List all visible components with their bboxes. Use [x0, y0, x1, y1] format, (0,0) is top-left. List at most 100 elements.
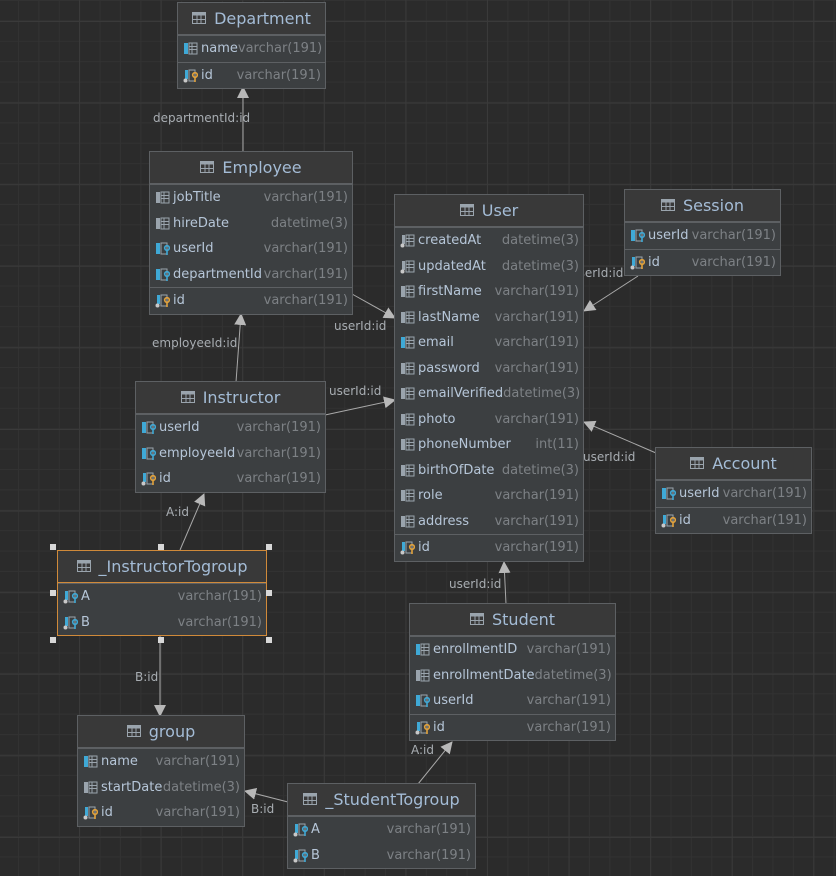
column-row[interactable]: startDate datetime(3) [78, 775, 244, 801]
column-icon [155, 216, 170, 231]
relation-employee-user[interactable] [351, 293, 396, 319]
resize-handle-e[interactable] [266, 590, 272, 596]
column-row[interactable]: updatedAt datetime(3) [395, 254, 583, 280]
entity-student[interactable]: Student enrollmentID varchar(191) enrollmen… [409, 603, 616, 741]
relation-account-user[interactable] [583, 420, 657, 454]
entity-header[interactable]: group [78, 716, 244, 748]
entity-header[interactable]: _InstructorTogroup [58, 551, 266, 583]
column-name: jobTitle [173, 190, 221, 206]
resize-handle-n[interactable] [158, 544, 164, 550]
column-row[interactable]: hireDate datetime(3) [150, 211, 352, 237]
column-row[interactable]: Bvarchar(191) [288, 843, 475, 869]
entity-header[interactable]: _StudentTogroup [288, 784, 475, 816]
column-name: password [418, 360, 480, 376]
column-row[interactable]: id varchar(191) [410, 715, 615, 741]
entity-header[interactable]: Instructor [136, 382, 325, 414]
column-row[interactable]: userId varchar(191) [625, 223, 780, 249]
entity-student-to-group[interactable]: _StudentTogroup Avarchar(191) Bvarchar(191… [287, 783, 476, 869]
column-row[interactable]: name varchar(191) [78, 749, 244, 775]
column-type: varchar(191) [386, 847, 471, 863]
column-name: enrollmentDate [433, 667, 535, 683]
column-row[interactable]: id varchar(191) [395, 535, 583, 561]
column-row[interactable]: departmentId varchar(191) [150, 262, 352, 288]
relation-label: A:id [411, 743, 434, 757]
resize-handle-nw[interactable] [50, 544, 56, 550]
column-row[interactable]: id varchar(191) [136, 466, 325, 492]
column-row[interactable]: photo varchar(191) [395, 407, 583, 433]
entity-employee[interactable]: Employee jobTitle varchar(191) hireDate date… [149, 151, 353, 315]
column-row[interactable]: userId varchar(191) [136, 415, 325, 441]
column-section: userId varchar(191) employeeId varchar(191)… [136, 414, 325, 492]
entity-header[interactable]: Student [410, 604, 615, 636]
entity-header[interactable]: Department [178, 3, 325, 35]
column-row[interactable]: birthOfDate datetime(3) [395, 458, 583, 484]
column-type: varchar(191) [494, 540, 579, 556]
column-row[interactable]: id varchar(191) [625, 250, 780, 276]
relation-session-user[interactable] [583, 275, 639, 312]
entity-header[interactable]: Employee [150, 152, 352, 184]
column-type: varchar(191) [494, 360, 579, 376]
resize-handle-ne[interactable] [266, 544, 272, 550]
entity-header[interactable]: Session [625, 190, 780, 222]
relation-studenttogroup-group[interactable] [244, 787, 289, 803]
entity-user[interactable]: User createdAt datetime(3) updatedAt datetim… [394, 194, 584, 562]
column-section: createdAt datetime(3) updatedAt datetime(3)… [395, 227, 583, 534]
entity-instructor-to-group[interactable]: _InstructorTogroup Avarchar(191) Bvarchar(… [57, 550, 267, 636]
column-row[interactable]: userId varchar(191) [656, 481, 811, 507]
column-name: employeeId [159, 445, 236, 461]
entity-group[interactable]: group name varchar(191) startDate datetime(3… [77, 715, 245, 827]
column-row[interactable]: id varchar(191) [78, 800, 244, 826]
column-name: userId [173, 241, 214, 257]
column-type: varchar(191) [494, 513, 579, 529]
relation-student-user[interactable] [498, 561, 511, 605]
column-row[interactable]: id varchar(191) [178, 63, 325, 89]
column-row[interactable]: Bvarchar(191) [58, 610, 266, 636]
column-row[interactable]: Avarchar(191) [288, 817, 475, 843]
table-icon [459, 201, 474, 220]
column-row[interactable]: employeeId varchar(191) [136, 441, 325, 467]
resize-handle-w[interactable] [50, 590, 56, 596]
resize-handle-se[interactable] [266, 637, 272, 643]
relation-label: userId:id [583, 450, 636, 464]
column-row[interactable]: userId varchar(191) [410, 688, 615, 714]
entity-title: Account [712, 454, 777, 473]
column-icon [83, 780, 98, 795]
entity-header[interactable]: Account [656, 448, 811, 480]
column-row[interactable]: firstName varchar(191) [395, 279, 583, 305]
resize-handle-s[interactable] [158, 637, 164, 643]
column-row[interactable]: enrollmentID varchar(191) [410, 637, 615, 663]
column-name: startDate [101, 779, 163, 795]
column-name: userId [648, 228, 689, 244]
relation-label: B:id [135, 670, 159, 684]
entity-account[interactable]: Account userId varchar(191) id varchar(191) [655, 447, 812, 534]
key-section: id varchar(191) [656, 506, 811, 534]
entity-department[interactable]: Department name varchar(191) id varchar(191) [177, 2, 326, 89]
column-row[interactable]: Avarchar(191) [58, 584, 266, 610]
column-row[interactable]: emailVerified datetime(3) [395, 381, 583, 407]
column-row[interactable]: userId varchar(191) [150, 236, 352, 262]
column-row[interactable]: role varchar(191) [395, 483, 583, 509]
column-name: photo [418, 411, 456, 427]
column-row[interactable]: password varchar(191) [395, 356, 583, 382]
column-row[interactable]: id varchar(191) [150, 288, 352, 314]
column-row[interactable]: enrollmentDate datetime(3) [410, 663, 615, 689]
entity-header[interactable]: User [395, 195, 583, 227]
entity-instructor[interactable]: Instructor userId varchar(191) employeeId va… [135, 381, 326, 493]
column-row[interactable]: jobTitle varchar(191) [150, 185, 352, 211]
relation-instructortogroup-instructor[interactable] [179, 493, 206, 551]
column-row[interactable]: lastName varchar(191) [395, 305, 583, 331]
column-row[interactable]: id varchar(191) [656, 508, 811, 534]
resize-handle-sw[interactable] [50, 637, 56, 643]
column-type: varchar(191) [155, 754, 240, 770]
column-section: name varchar(191) startDate datetime(3) id va… [78, 748, 244, 826]
column-type: varchar(191) [236, 445, 321, 461]
column-row[interactable]: name varchar(191) [178, 36, 325, 62]
column-row[interactable]: createdAt datetime(3) [395, 228, 583, 254]
column-name: name [101, 754, 138, 770]
column-row[interactable]: phoneNumber int(11) [395, 432, 583, 458]
relation-instructor-user[interactable] [324, 396, 396, 416]
column-row[interactable]: email varchar(191) [395, 330, 583, 356]
column-section: name varchar(191) [178, 35, 325, 62]
entity-session[interactable]: Session userId varchar(191) id varchar(191) [624, 189, 781, 276]
column-row[interactable]: address varchar(191) [395, 509, 583, 535]
